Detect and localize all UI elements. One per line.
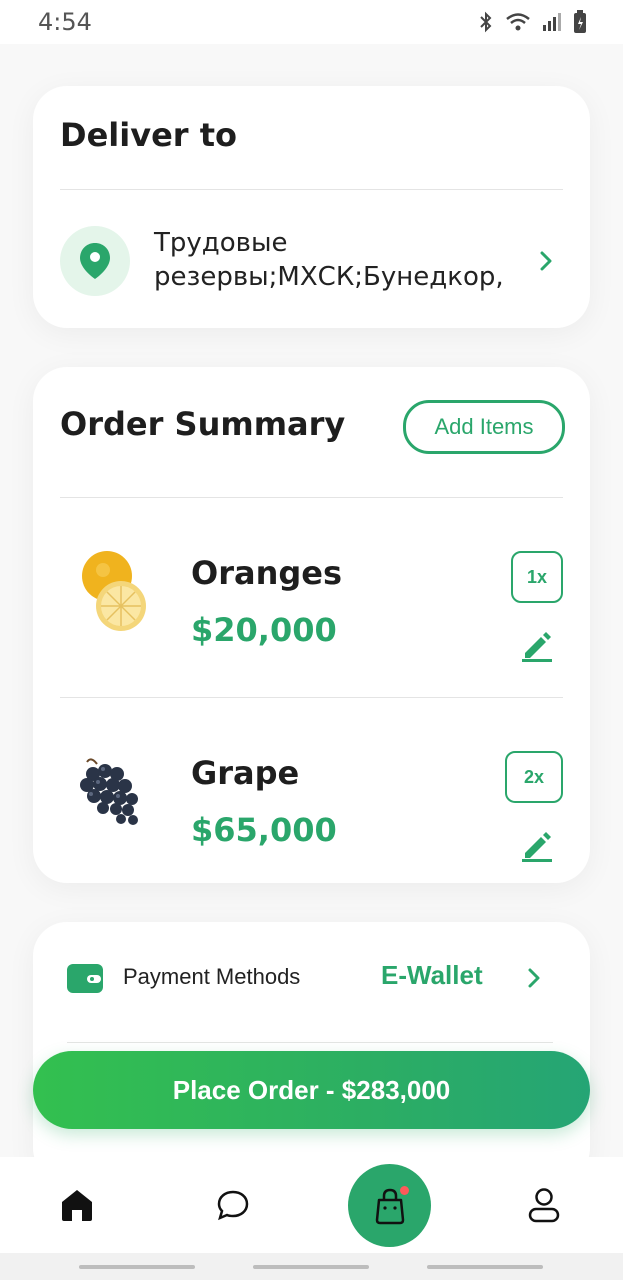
place-order-button[interactable]: Place Order - $283,000 xyxy=(33,1051,590,1129)
order-item: Grape $65,000 2x xyxy=(33,710,590,880)
delivery-address[interactable]: Трудовые резервы;МХСК;Бунедкор, xyxy=(154,226,514,294)
divider xyxy=(60,497,563,498)
status-icons xyxy=(477,10,587,34)
order-item: Oranges $20,000 1x xyxy=(33,510,590,680)
divider xyxy=(67,1042,553,1043)
nav-profile[interactable] xyxy=(521,1182,567,1228)
nav-chat[interactable] xyxy=(210,1182,256,1228)
payment-method-value[interactable]: E-Wallet xyxy=(381,960,483,991)
wifi-icon xyxy=(506,13,530,31)
payment-methods-label[interactable]: Payment Methods xyxy=(123,964,300,990)
battery-icon xyxy=(574,10,586,33)
wallet-icon xyxy=(67,964,103,993)
status-time: 4:54 xyxy=(38,8,92,36)
deliver-card: Deliver to Трудовые резервы;МХСК;Бунедко… xyxy=(33,86,590,328)
quantity-badge[interactable]: 2x xyxy=(505,751,563,803)
chevron-right-icon[interactable] xyxy=(526,967,542,989)
cart-badge-dot xyxy=(400,1186,409,1195)
signal-icon xyxy=(543,13,561,31)
divider xyxy=(60,697,563,698)
quantity-badge[interactable]: 1x xyxy=(511,551,563,603)
item-price: $20,000 xyxy=(191,611,337,649)
divider xyxy=(60,189,563,190)
location-pin-badge xyxy=(60,226,130,296)
chat-icon xyxy=(217,1190,249,1221)
home-icon xyxy=(62,1190,92,1221)
gesture-bar xyxy=(253,1265,369,1269)
system-gesture-area xyxy=(0,1253,623,1280)
orange-image xyxy=(82,551,146,631)
bluetooth-icon xyxy=(480,11,492,33)
add-items-button[interactable]: Add Items xyxy=(403,400,565,454)
order-summary-card: Order Summary Add Items Oranges $20,000 … xyxy=(33,367,590,883)
bottom-nav xyxy=(0,1157,623,1253)
gesture-bar xyxy=(427,1265,543,1269)
edit-icon[interactable] xyxy=(520,828,554,862)
nav-cart[interactable] xyxy=(348,1164,431,1247)
chevron-right-icon[interactable] xyxy=(538,250,554,272)
edit-icon[interactable] xyxy=(520,628,554,662)
nav-home[interactable] xyxy=(54,1182,100,1228)
item-name: Grape xyxy=(191,754,300,792)
grape-image xyxy=(80,758,138,825)
order-summary-title: Order Summary xyxy=(60,405,346,443)
profile-icon xyxy=(528,1188,560,1223)
location-pin-icon xyxy=(80,243,110,279)
gesture-bar xyxy=(79,1265,195,1269)
item-price: $65,000 xyxy=(191,811,337,849)
status-bar: 4:54 xyxy=(0,0,623,44)
item-name: Oranges xyxy=(191,554,343,592)
deliver-title: Deliver to xyxy=(60,116,237,154)
